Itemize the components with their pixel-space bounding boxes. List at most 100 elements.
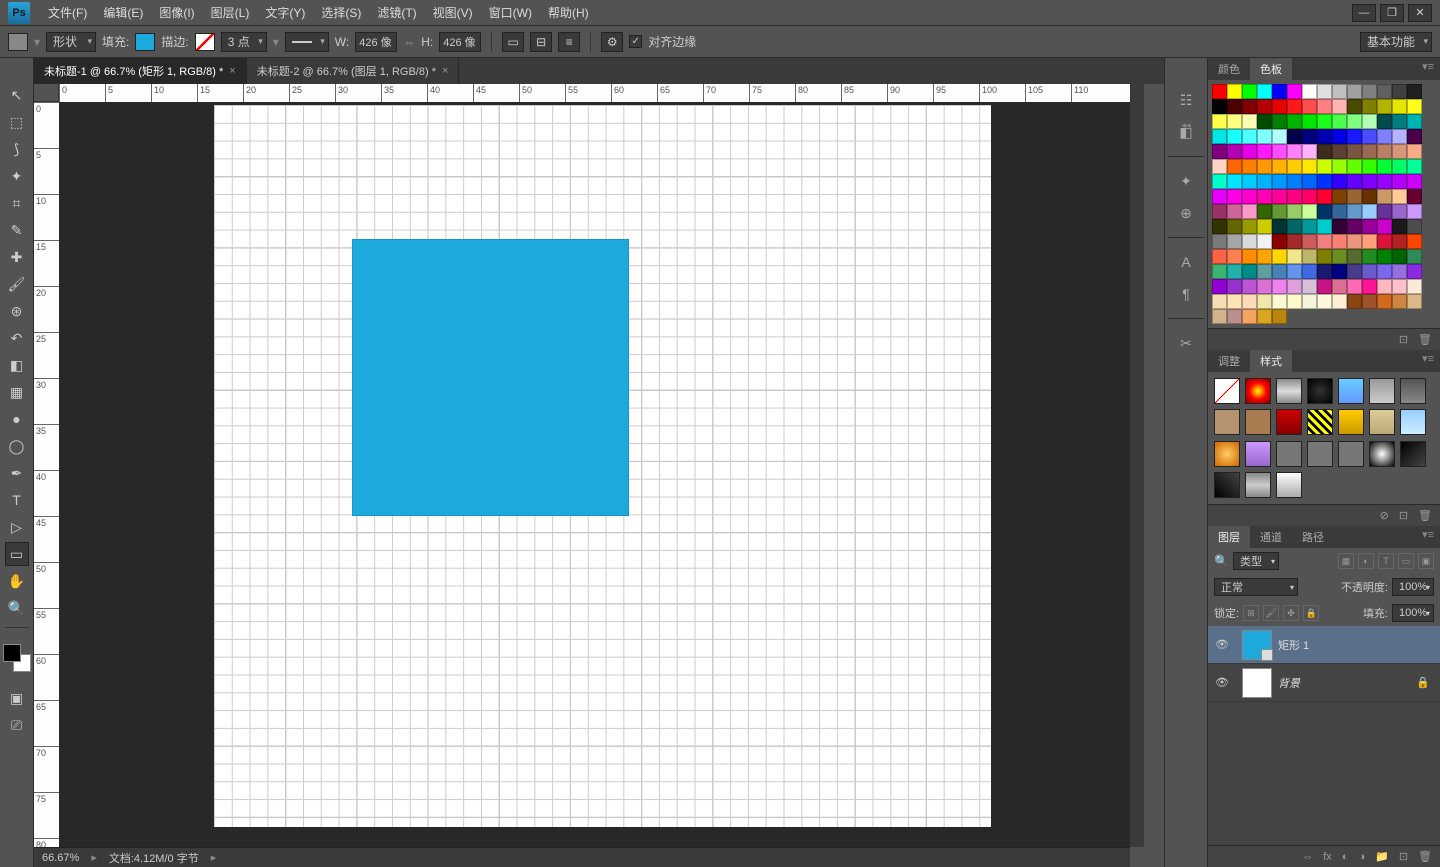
tab-color[interactable]: 颜色 bbox=[1208, 58, 1250, 80]
swatch[interactable] bbox=[1242, 204, 1257, 219]
swatch[interactable] bbox=[1227, 189, 1242, 204]
tab-styles[interactable]: 样式 bbox=[1250, 350, 1292, 372]
style-preset[interactable] bbox=[1214, 409, 1240, 435]
style-preset[interactable] bbox=[1369, 441, 1395, 467]
swatch[interactable] bbox=[1227, 144, 1242, 159]
swatch[interactable] bbox=[1392, 84, 1407, 99]
rectangle-tool[interactable]: ▭ bbox=[5, 542, 29, 566]
swatch[interactable] bbox=[1347, 99, 1362, 114]
swatch[interactable] bbox=[1287, 294, 1302, 309]
gradient-tool[interactable]: ▦ bbox=[5, 380, 29, 404]
swatch[interactable] bbox=[1347, 294, 1362, 309]
swatch[interactable] bbox=[1227, 234, 1242, 249]
canvas[interactable] bbox=[214, 105, 991, 827]
swatch[interactable] bbox=[1287, 84, 1302, 99]
swatch[interactable] bbox=[1302, 219, 1317, 234]
close-icon[interactable]: × bbox=[442, 65, 448, 77]
swatch[interactable] bbox=[1212, 204, 1227, 219]
swatch[interactable] bbox=[1212, 249, 1227, 264]
group-icon[interactable]: 📁 bbox=[1375, 850, 1389, 863]
swatch[interactable] bbox=[1407, 84, 1422, 99]
quickmask-toggle[interactable]: ▣ bbox=[5, 686, 29, 710]
style-preset[interactable] bbox=[1276, 378, 1302, 404]
type-tool[interactable]: T bbox=[5, 488, 29, 512]
swatch[interactable] bbox=[1227, 99, 1242, 114]
swatch[interactable] bbox=[1212, 99, 1227, 114]
swatch[interactable] bbox=[1257, 309, 1272, 324]
swatch[interactable] bbox=[1302, 294, 1317, 309]
swatch[interactable] bbox=[1332, 219, 1347, 234]
layer-fx-icon[interactable]: fx bbox=[1323, 851, 1332, 863]
swatch[interactable] bbox=[1317, 249, 1332, 264]
marquee-tool[interactable]: ⬚ bbox=[5, 110, 29, 134]
swatch[interactable] bbox=[1347, 234, 1362, 249]
swatch[interactable] bbox=[1317, 234, 1332, 249]
style-preset[interactable] bbox=[1400, 378, 1426, 404]
swatch[interactable] bbox=[1392, 129, 1407, 144]
swatch[interactable] bbox=[1332, 279, 1347, 294]
swatch[interactable] bbox=[1287, 264, 1302, 279]
document-tab[interactable]: 未标题-1 @ 66.7% (矩形 1, RGB/8) *× bbox=[34, 58, 247, 84]
swatch[interactable] bbox=[1242, 84, 1257, 99]
swatch[interactable] bbox=[1317, 204, 1332, 219]
layer-row[interactable]: 👁 背景 🔒 bbox=[1208, 664, 1440, 702]
swatch[interactable] bbox=[1302, 189, 1317, 204]
swatch[interactable] bbox=[1302, 114, 1317, 129]
swatch[interactable] bbox=[1212, 84, 1227, 99]
swatch[interactable] bbox=[1287, 174, 1302, 189]
swatch[interactable] bbox=[1302, 249, 1317, 264]
swatch[interactable] bbox=[1287, 204, 1302, 219]
blend-mode-dropdown[interactable]: 正常 bbox=[1214, 578, 1298, 596]
swatch[interactable] bbox=[1272, 84, 1287, 99]
visibility-toggle[interactable]: 👁 bbox=[1208, 676, 1236, 689]
swatch[interactable] bbox=[1287, 159, 1302, 174]
swatch[interactable] bbox=[1227, 294, 1242, 309]
swatch[interactable] bbox=[1227, 249, 1242, 264]
menu-item[interactable]: 图像(I) bbox=[151, 0, 202, 25]
swatch[interactable] bbox=[1347, 204, 1362, 219]
path-operations-icon[interactable]: ▭ bbox=[502, 32, 524, 52]
tab-swatches[interactable]: 色板 bbox=[1250, 58, 1292, 80]
swatch[interactable] bbox=[1362, 219, 1377, 234]
layer-thumbnail[interactable] bbox=[1242, 630, 1272, 660]
swatch[interactable] bbox=[1347, 129, 1362, 144]
actions-panel-icon[interactable]: ✂ bbox=[1172, 329, 1200, 357]
swatch[interactable] bbox=[1272, 279, 1287, 294]
style-preset[interactable] bbox=[1276, 472, 1302, 498]
style-preset[interactable] bbox=[1245, 472, 1271, 498]
swatch[interactable] bbox=[1257, 219, 1272, 234]
swatch[interactable] bbox=[1392, 294, 1407, 309]
swatch[interactable] bbox=[1227, 309, 1242, 324]
swatch[interactable] bbox=[1242, 234, 1257, 249]
swatch[interactable] bbox=[1227, 264, 1242, 279]
menu-item[interactable]: 选择(S) bbox=[313, 0, 369, 25]
swatch[interactable] bbox=[1362, 279, 1377, 294]
link-layers-icon[interactable]: ⇔ bbox=[1302, 851, 1313, 863]
new-style-icon[interactable]: ⊡ bbox=[1399, 509, 1408, 522]
character-panel-icon[interactable]: ✦ bbox=[1172, 167, 1200, 195]
history-panel-icon[interactable]: ☷ bbox=[1172, 86, 1200, 114]
swatch[interactable] bbox=[1407, 189, 1422, 204]
swatch[interactable] bbox=[1332, 234, 1347, 249]
swatch[interactable] bbox=[1317, 219, 1332, 234]
horizontal-ruler[interactable]: 0510152025303540455055606570758085909510… bbox=[59, 84, 1130, 102]
swatch[interactable] bbox=[1212, 279, 1227, 294]
swatch[interactable] bbox=[1242, 114, 1257, 129]
swatch[interactable] bbox=[1392, 279, 1407, 294]
lock-pixels-icon[interactable]: 🖌 bbox=[1263, 605, 1279, 621]
swatch[interactable] bbox=[1242, 309, 1257, 324]
swatch[interactable] bbox=[1332, 264, 1347, 279]
swatch[interactable] bbox=[1362, 159, 1377, 174]
swatch[interactable] bbox=[1212, 294, 1227, 309]
swatch[interactable] bbox=[1317, 159, 1332, 174]
swatch[interactable] bbox=[1272, 204, 1287, 219]
swatch[interactable] bbox=[1407, 249, 1422, 264]
swatch[interactable] bbox=[1332, 204, 1347, 219]
swatch[interactable] bbox=[1212, 234, 1227, 249]
style-preset[interactable] bbox=[1245, 409, 1271, 435]
filter-adjust-icon[interactable]: ◐ bbox=[1358, 553, 1374, 569]
style-preset[interactable] bbox=[1276, 409, 1302, 435]
swatch[interactable] bbox=[1377, 114, 1392, 129]
tab-channels[interactable]: 通道 bbox=[1250, 526, 1292, 548]
swatch[interactable] bbox=[1377, 249, 1392, 264]
